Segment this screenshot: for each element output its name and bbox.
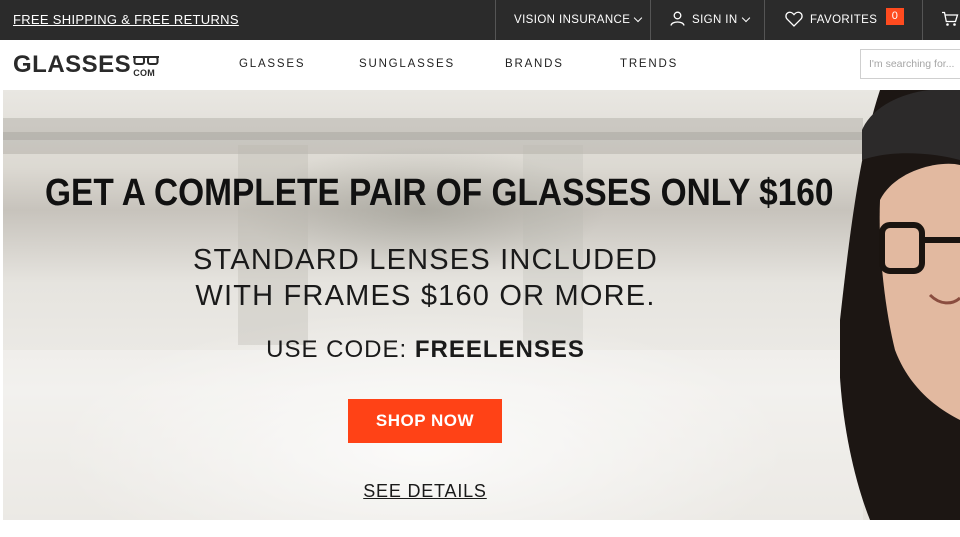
vision-insurance-menu[interactable]: VISION INSURANCE bbox=[495, 0, 650, 40]
hero-banner: GET A COMPLETE PAIR OF GLASSES ONLY $160… bbox=[3, 90, 960, 520]
shop-now-button[interactable]: SHOP NOW bbox=[348, 399, 502, 443]
vision-insurance-label: VISION INSURANCE bbox=[514, 14, 631, 26]
cart-button[interactable] bbox=[922, 0, 960, 40]
user-icon bbox=[670, 11, 685, 29]
see-details-link[interactable]: SEE DETAILS bbox=[348, 481, 502, 502]
nav-glasses[interactable]: GLASSES bbox=[239, 58, 305, 70]
utility-bar: FREE SHIPPING & FREE RETURNS VISION INSU… bbox=[0, 0, 960, 40]
chevron-down-icon bbox=[741, 13, 750, 23]
sign-in-menu[interactable]: SIGN IN bbox=[650, 0, 764, 40]
hero-subline-2: WITH FRAMES $160 OR MORE. bbox=[195, 280, 656, 312]
chevron-down-icon bbox=[634, 13, 643, 23]
promo-code-label: USE CODE: bbox=[266, 336, 408, 363]
promo-code: USE CODE: FREELENSES bbox=[123, 336, 728, 364]
search-input[interactable] bbox=[860, 49, 960, 79]
nav-trends[interactable]: TRENDS bbox=[620, 58, 678, 70]
hero-subheadline: STANDARD LENSES INCLUDED WITH FRAMES $16… bbox=[123, 242, 728, 314]
main-header: GLASSES COM GLASSES SUNGLASSES BRANDS TR… bbox=[0, 40, 960, 90]
promo-code-value: FREELENSES bbox=[414, 336, 585, 363]
heart-icon bbox=[785, 11, 803, 30]
favorites-label: FAVORITES bbox=[810, 14, 878, 26]
free-shipping-link[interactable]: FREE SHIPPING & FREE RETURNS bbox=[13, 12, 239, 27]
logo-suffix: COM bbox=[133, 68, 156, 78]
sign-in-label: SIGN IN bbox=[692, 14, 738, 26]
logo-text: GLASSES bbox=[13, 51, 132, 78]
cart-icon bbox=[941, 11, 959, 30]
model-portrait-image bbox=[840, 90, 960, 520]
favorites-count-badge: 0 bbox=[886, 8, 904, 25]
nav-brands[interactable]: BRANDS bbox=[505, 58, 564, 70]
hero-headline: GET A COMPLETE PAIR OF GLASSES ONLY $160 bbox=[45, 172, 834, 214]
site-logo[interactable]: GLASSES COM bbox=[13, 52, 160, 78]
hero-subline-1: STANDARD LENSES INCLUDED bbox=[193, 244, 658, 276]
nav-sunglasses[interactable]: SUNGLASSES bbox=[359, 58, 455, 70]
glasses-logo-icon: COM bbox=[132, 52, 160, 78]
favorites-link[interactable]: FAVORITES 0 bbox=[764, 0, 922, 40]
